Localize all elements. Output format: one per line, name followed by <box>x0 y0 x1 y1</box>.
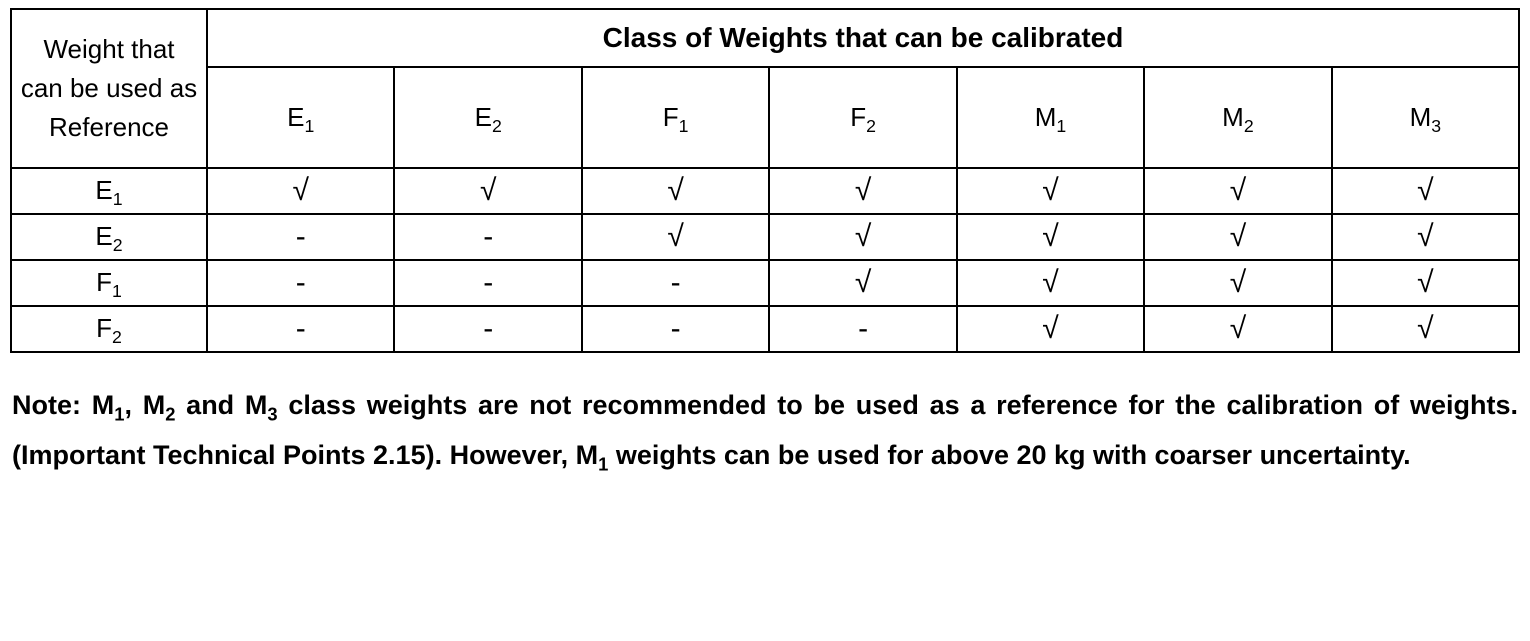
col-label: M1 <box>957 67 1144 168</box>
col-label: E1 <box>207 67 394 168</box>
note-text: Note: M1, M2 and M3 class weights are no… <box>10 381 1520 481</box>
cell-value: √ <box>1144 260 1331 306</box>
cell-value: - <box>394 214 581 260</box>
column-header-title: Class of Weights that can be calibrated <box>207 9 1519 67</box>
row-label: F2 <box>11 306 207 352</box>
cell-value: √ <box>957 214 1144 260</box>
column-labels-row: E1 E2 F1 F2 M1 M2 M3 <box>11 67 1519 168</box>
cell-value: √ <box>1332 260 1519 306</box>
calibration-table: Weight that can be used as Reference Cla… <box>10 8 1520 353</box>
row-label: E1 <box>11 168 207 214</box>
cell-value: √ <box>1144 168 1331 214</box>
cell-value: √ <box>1332 168 1519 214</box>
cell-value: - <box>394 260 581 306</box>
table-row: E2 - - √ √ √ √ √ <box>11 214 1519 260</box>
cell-value: √ <box>769 260 956 306</box>
cell-value: - <box>769 306 956 352</box>
table-row: E1 √ √ √ √ √ √ √ <box>11 168 1519 214</box>
cell-value: √ <box>582 214 769 260</box>
row-label: E2 <box>11 214 207 260</box>
cell-value: √ <box>957 168 1144 214</box>
cell-value: √ <box>1144 306 1331 352</box>
cell-value: - <box>207 306 394 352</box>
table-row: F2 - - - - √ √ √ <box>11 306 1519 352</box>
row-header-title: Weight that can be used as Reference <box>11 9 207 168</box>
col-label: F2 <box>769 67 956 168</box>
col-label: M3 <box>1332 67 1519 168</box>
cell-value: √ <box>769 214 956 260</box>
cell-value: - <box>394 306 581 352</box>
table-row: F1 - - - √ √ √ √ <box>11 260 1519 306</box>
cell-value: - <box>582 260 769 306</box>
cell-value: √ <box>207 168 394 214</box>
cell-value: √ <box>957 306 1144 352</box>
col-label: M2 <box>1144 67 1331 168</box>
cell-value: √ <box>1332 214 1519 260</box>
cell-value: √ <box>394 168 581 214</box>
cell-value: - <box>582 306 769 352</box>
cell-value: - <box>207 214 394 260</box>
cell-value: √ <box>1144 214 1331 260</box>
cell-value: √ <box>769 168 956 214</box>
cell-value: √ <box>582 168 769 214</box>
row-label: F1 <box>11 260 207 306</box>
cell-value: - <box>207 260 394 306</box>
cell-value: √ <box>957 260 1144 306</box>
col-label: F1 <box>582 67 769 168</box>
cell-value: √ <box>1332 306 1519 352</box>
col-label: E2 <box>394 67 581 168</box>
